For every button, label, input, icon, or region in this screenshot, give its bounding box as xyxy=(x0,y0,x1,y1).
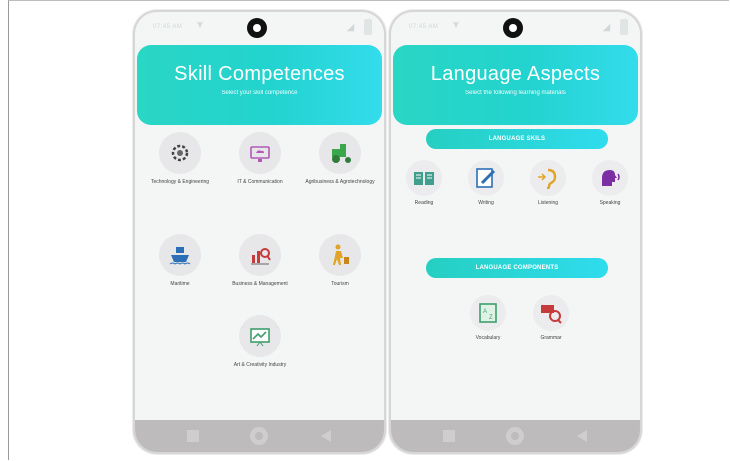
skill-label: Technology & Engineering xyxy=(150,179,210,185)
chart-magnifier-icon xyxy=(239,234,281,276)
grammar-check-icon xyxy=(533,295,569,331)
tractor-icon xyxy=(319,132,361,174)
language-components-header: LANGUAGE COMPONENTS xyxy=(426,258,608,278)
ship-icon xyxy=(159,234,201,276)
gear-circuit-icon xyxy=(159,132,201,174)
svg-text:A: A xyxy=(483,309,487,315)
page-subtitle: Select your skill competence xyxy=(221,90,298,96)
skill-label: Tourism xyxy=(331,281,349,287)
component-vocabulary[interactable]: AZ Vocabulary xyxy=(463,295,513,341)
traveler-icon xyxy=(319,234,361,276)
skill-writing[interactable]: Writing xyxy=(461,160,511,206)
skill-label: Agribusiness & Agrotechnology xyxy=(305,179,375,185)
recent-apps-button[interactable] xyxy=(443,430,455,442)
back-button[interactable] xyxy=(577,430,587,442)
status-time: 07:45 AM xyxy=(409,24,439,30)
skill-reading[interactable]: Reading xyxy=(399,160,449,206)
signal-icon: ◢ xyxy=(347,22,354,32)
header-banner: Skill Competences Select your skill comp… xyxy=(137,45,382,125)
skill-listening[interactable]: Listening xyxy=(523,160,573,206)
skill-label: Speaking xyxy=(599,200,621,206)
skill-art-creativity[interactable]: Art & Creativity Industry xyxy=(220,315,300,368)
status-bar: 07:45 AM ▼ ◢ xyxy=(135,12,384,46)
skill-label: Listening xyxy=(537,200,558,206)
monitor-cloud-icon xyxy=(239,132,281,174)
battery-icon xyxy=(364,19,372,35)
speaking-head-icon xyxy=(592,160,628,196)
skill-agribusiness[interactable]: Agribusiness & Agrotechnology xyxy=(300,132,380,185)
back-button[interactable] xyxy=(321,430,331,442)
android-navbar xyxy=(135,420,384,452)
wifi-icon: ▼ xyxy=(451,20,461,31)
recent-apps-button[interactable] xyxy=(187,430,199,442)
skill-label: Maritime xyxy=(170,281,190,287)
battery-icon xyxy=(620,19,628,35)
skill-label: Business & Management xyxy=(232,281,288,287)
svg-text:Z: Z xyxy=(489,315,493,321)
home-button[interactable] xyxy=(506,427,524,445)
skill-it-communication[interactable]: IT & Communication xyxy=(220,132,300,185)
skill-technology-engineering[interactable]: Technology & Engineering xyxy=(140,132,220,185)
skill-label: Writing xyxy=(478,200,494,206)
phone-language-aspects: 07:45 AM ▼ ◢ Language Aspects Select the… xyxy=(391,12,640,452)
android-navbar xyxy=(391,420,640,452)
skill-label: IT & Communication xyxy=(237,179,283,185)
page-subtitle: Select the following learning materials xyxy=(465,90,566,96)
book-icon xyxy=(406,160,442,196)
skill-label: Art & Creativity Industry xyxy=(233,362,287,368)
skill-business-management[interactable]: Business & Management xyxy=(220,234,300,287)
skill-label: Reading xyxy=(414,200,434,206)
pencil-note-icon xyxy=(468,160,504,196)
component-label: Vocabulary xyxy=(475,335,501,341)
skill-tourism[interactable]: Tourism xyxy=(300,234,380,287)
dictionary-icon: AZ xyxy=(470,295,506,331)
page-title: Language Aspects xyxy=(430,63,601,85)
phone-skill-competences: 07:45 AM ▼ ◢ Skill Competences Select yo… xyxy=(135,12,384,452)
skill-speaking[interactable]: Speaking xyxy=(585,160,635,206)
signal-icon: ◢ xyxy=(603,22,610,32)
status-time: 07:45 AM xyxy=(153,24,183,30)
status-bar: 07:45 AM ▼ ◢ xyxy=(391,12,640,46)
home-button[interactable] xyxy=(250,427,268,445)
page-title: Skill Competences xyxy=(174,63,345,85)
skill-maritime[interactable]: Maritime xyxy=(140,234,220,287)
language-skills-header: LANGUAGE SKILS xyxy=(426,129,608,149)
header-banner: Language Aspects Select the following le… xyxy=(393,45,638,125)
drawing-board-icon xyxy=(239,315,281,357)
wifi-icon: ▼ xyxy=(195,20,205,31)
ear-icon xyxy=(530,160,566,196)
camera-icon xyxy=(247,18,267,38)
camera-icon xyxy=(503,18,523,38)
component-grammar[interactable]: Grammar xyxy=(526,295,576,341)
component-label: Grammar xyxy=(540,335,562,341)
